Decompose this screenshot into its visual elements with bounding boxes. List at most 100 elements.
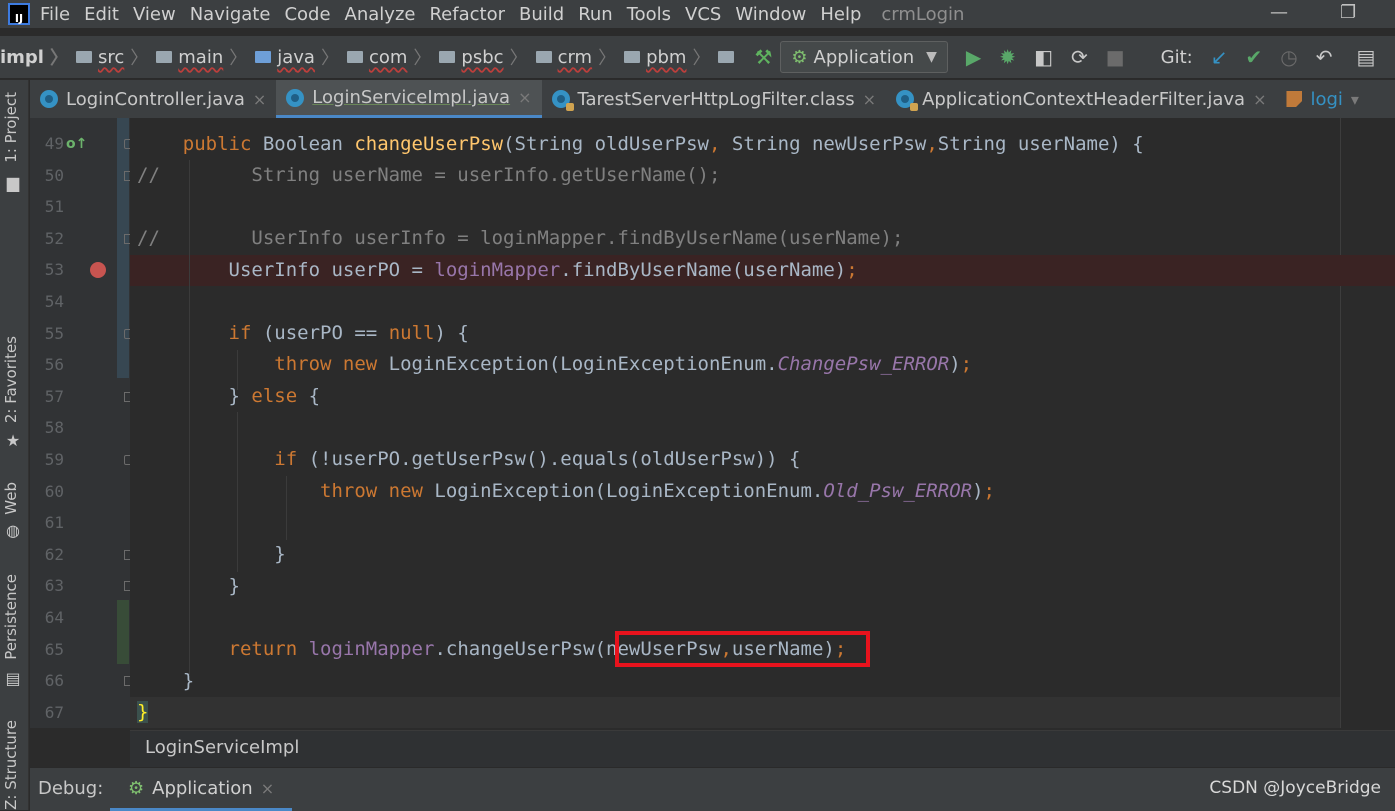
breadcrumb-src[interactable]: src 〉 — [72, 44, 152, 70]
code-line-55[interactable]: if (userPO == null) { — [137, 318, 469, 349]
intellij-logo-icon: IJ — [8, 3, 30, 25]
git-update-icon[interactable]: ↙ — [1211, 45, 1228, 69]
close-tab-icon[interactable]: × — [253, 90, 266, 109]
code-line-65[interactable]: return loginMapper.changeUserPsw(newUser… — [137, 634, 847, 665]
menu-view[interactable]: View — [133, 4, 176, 25]
menu-tools[interactable]: Tools — [627, 4, 671, 25]
code-line-50[interactable]: // String userName = userInfo.getUserNam… — [137, 160, 720, 191]
database-icon: ▤ — [5, 669, 21, 688]
vcs-added-marker[interactable] — [117, 600, 129, 664]
breakpoint-icon[interactable] — [90, 262, 106, 278]
debug-label: Debug: — [38, 778, 104, 799]
close-tab-icon[interactable]: × — [261, 779, 274, 798]
debug-tab-application[interactable]: ⚙ Application × — [110, 768, 293, 811]
git-history-icon[interactable]: ◷ — [1280, 45, 1297, 69]
coverage-icon[interactable]: ◧ — [1034, 45, 1053, 69]
line-number: 56 — [44, 355, 64, 375]
java-class-icon — [286, 88, 305, 107]
tab-login-service-impl[interactable]: LoginServiceImpl.java × — [276, 80, 542, 118]
code-line-66[interactable]: } — [137, 666, 194, 697]
profile-icon[interactable]: ⟳ — [1071, 45, 1088, 69]
override-gutter-icon[interactable]: o↑ — [66, 136, 87, 152]
menu-refactor[interactable]: Refactor — [429, 4, 505, 25]
menu-code[interactable]: Code — [284, 4, 330, 25]
code-line-49[interactable]: public Boolean changeUserPsw(String oldU… — [137, 129, 1144, 160]
chevron-down-icon: ▼ — [926, 49, 937, 65]
code-line-60[interactable]: throw new LoginException(LoginExceptionE… — [137, 476, 995, 507]
menu-bar: IJ File Edit View Navigate Code Analyze … — [0, 0, 1395, 28]
code-line-53[interactable]: UserInfo userPO = loginMapper.findByUser… — [137, 255, 858, 286]
breadcrumb-main[interactable]: main 〉 — [152, 44, 251, 70]
breadcrumb-com[interactable]: com 〉 — [343, 44, 435, 70]
breadcrumb-java[interactable]: java 〉 — [251, 44, 343, 70]
menu-vcs[interactable]: VCS — [685, 4, 721, 25]
editor-breadcrumb-class[interactable]: LoginServiceImpl — [145, 737, 299, 758]
close-tab-icon[interactable]: × — [518, 88, 531, 107]
line-number: 55 — [44, 323, 64, 343]
menu-window[interactable]: Window — [735, 4, 806, 25]
persistence-tool-button[interactable]: Persistence — [2, 574, 20, 660]
breadcrumb-pbm[interactable]: pbm 〉 — [620, 44, 714, 70]
project-structure-icon[interactable]: ▤ — [1356, 45, 1375, 69]
compiled-class-icon — [551, 90, 574, 111]
star-icon: ★ — [5, 431, 21, 450]
minimize-button[interactable]: — — [1270, 2, 1288, 23]
vcs-modified-marker[interactable] — [117, 118, 129, 378]
line-number: 54 — [44, 292, 64, 311]
tab-logi-truncated[interactable]: logi ▾ — [1276, 80, 1368, 118]
tabs-overflow-icon[interactable]: ▾ — [1351, 90, 1359, 109]
git-commit-icon[interactable]: ✔ — [1245, 45, 1262, 69]
run-configuration-select[interactable]: ⚙ Application ▼ — [780, 41, 948, 73]
debug-tool-window-bar: Debug: ⚙ Application × CSDN @JoyceBridge — [30, 767, 1395, 811]
right-margin-guide — [1340, 118, 1341, 728]
structure-tool-button[interactable]: Z: Structure — [2, 720, 20, 810]
restore-button[interactable]: ❐ — [1340, 2, 1356, 23]
menu-build[interactable]: Build — [519, 4, 564, 25]
code-line-59[interactable]: if (!userPO.getUserPsw().equals(oldUserP… — [137, 444, 800, 475]
close-tab-icon[interactable]: × — [863, 90, 876, 109]
tab-login-controller[interactable]: LoginController.java × — [30, 80, 276, 118]
breadcrumb-impl[interactable]: impl 〉 — [0, 44, 72, 70]
run-icon[interactable]: ▶ — [966, 45, 981, 69]
menu-analyze[interactable]: Analyze — [345, 4, 416, 25]
code-line-62[interactable]: } — [137, 539, 285, 570]
watermark: CSDN @JoyceBridge — [1209, 778, 1381, 798]
source-folder-icon — [255, 51, 272, 63]
debug-bug-icon[interactable]: ✹ — [999, 45, 1016, 69]
folder-icon — [75, 51, 92, 63]
navigation-toolbar: impl 〉 src 〉 main 〉 java 〉 com 〉 psbc 〉 crm 〉 p… — [0, 36, 1395, 79]
favorites-tool-button[interactable]: 2: Favorites — [2, 336, 20, 423]
menu-edit[interactable]: Edit — [84, 4, 119, 25]
code-line-52[interactable]: // UserInfo userInfo = loginMapper.findB… — [137, 223, 903, 254]
build-hammer-icon[interactable]: ⚒ — [754, 45, 772, 69]
spring-app-icon: ⚙ — [128, 777, 145, 799]
line-number: 64 — [44, 608, 64, 627]
menu-run[interactable]: Run — [578, 4, 613, 25]
left-tool-window-strip: 1: Project ▆ 2: Favorites ★ Web ◍ Persis… — [0, 80, 29, 810]
tab-application-context-filter[interactable]: ApplicationContextHeaderFilter.java × — [886, 80, 1276, 118]
package-icon — [624, 51, 641, 63]
code-line-56[interactable]: throw new LoginException(LoginExceptionE… — [137, 349, 972, 380]
code-line-63[interactable]: } — [137, 571, 240, 602]
project-tool-button[interactable]: 1: Project — [2, 92, 20, 163]
menu-file[interactable]: File — [40, 4, 70, 25]
line-number: 58 — [44, 418, 64, 438]
code-line-57[interactable]: } else { — [137, 381, 321, 412]
resource-file-icon — [1286, 91, 1303, 107]
line-number: 57 — [44, 386, 64, 406]
breadcrumb-package-more[interactable] — [714, 51, 740, 63]
git-rollback-icon[interactable]: ↶ — [1316, 45, 1333, 69]
folder-icon: ▆ — [6, 173, 20, 192]
menu-help[interactable]: Help — [820, 4, 861, 25]
menu-navigate[interactable]: Navigate — [190, 4, 271, 25]
tab-tarest-server-filter[interactable]: TarestServerHttpLogFilter.class × — [542, 80, 887, 118]
breadcrumb-psbc[interactable]: psbc 〉 — [435, 44, 531, 70]
close-tab-icon[interactable]: × — [1253, 90, 1266, 109]
stop-icon[interactable]: ■ — [1106, 45, 1125, 69]
breadcrumb-crm[interactable]: crm 〉 — [532, 44, 621, 70]
code-line-67[interactable]: } — [137, 697, 149, 728]
web-tool-button[interactable]: Web — [2, 482, 20, 515]
globe-icon: ◍ — [6, 521, 20, 540]
line-number: 63 — [44, 576, 64, 596]
package-icon — [346, 51, 363, 63]
